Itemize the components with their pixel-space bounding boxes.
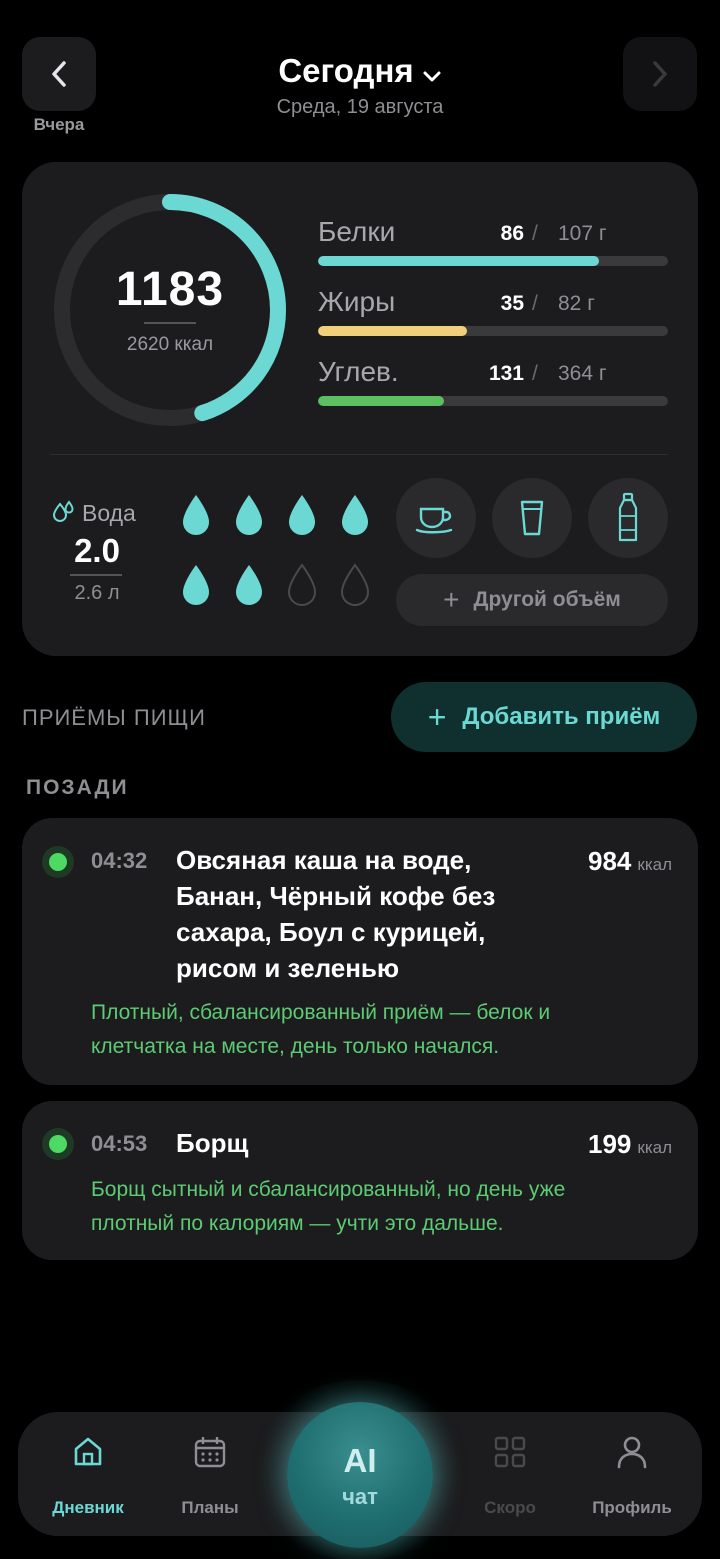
macro-progress-track [318, 396, 668, 406]
calories-goal: 2620 ккал [126, 334, 214, 355]
calories-consumed: 1183 [115, 263, 225, 316]
macro-separator: / [532, 362, 538, 385]
meal-time: 04:53 [91, 1131, 148, 1156]
water-drop-filled[interactable] [178, 492, 214, 538]
bottle-icon [618, 492, 638, 542]
macro-value: 86 [500, 222, 524, 245]
add-meal-label: Добавить приём [462, 703, 661, 730]
cup-icon [415, 507, 453, 534]
meal-name: Овсяная каша на воде, Банан, Чёрный кофе… [176, 845, 496, 983]
macro-value: 131 [488, 362, 524, 385]
home-icon [28, 1432, 148, 1472]
add-meal-button[interactable]: + Добавить приём [391, 682, 697, 752]
card-divider [50, 454, 668, 455]
water-drops-grid [168, 492, 378, 612]
macro-goal: 82 г [558, 292, 595, 315]
meal-card[interactable]: 04:32 Овсяная каша на воде, Банан, Чёрны… [22, 818, 698, 1085]
ai-chat-button[interactable]: AI чат [287, 1402, 433, 1548]
meal-calories: 984 ккал [587, 846, 672, 876]
add-cup-button[interactable] [396, 478, 476, 558]
chevron-down-icon [422, 54, 442, 92]
meal-card[interactable]: 04:53 Борщ 199 ккал Борщ сытный и сбаланс… [22, 1101, 698, 1260]
macro-protein: Белки 86 / 107 г [318, 216, 668, 276]
add-glass-button[interactable] [492, 478, 572, 558]
next-day-button[interactable] [623, 37, 697, 111]
water-drop-empty[interactable] [337, 562, 373, 608]
macro-goal: 364 г [558, 362, 607, 385]
meal-status-dot [42, 1128, 74, 1160]
chevron-right-icon [653, 61, 667, 87]
water-drop-filled[interactable] [231, 492, 267, 538]
user-icon [572, 1432, 692, 1472]
tab-diary[interactable]: Дневник [28, 1432, 148, 1518]
water-value: 2.0 [74, 532, 120, 569]
macro-progress-fill [318, 326, 468, 336]
add-bottle-button[interactable] [588, 478, 668, 558]
tab-profile[interactable]: Профиль [572, 1432, 692, 1518]
water-drop-filled[interactable] [337, 492, 373, 538]
other-volume-label: Другой объём [473, 588, 621, 611]
macro-value: 35 [500, 292, 524, 315]
meal-calories: 199 ккал [587, 1129, 672, 1159]
plus-icon: + [443, 584, 460, 615]
water-goal: 2.6 л [74, 582, 120, 604]
macro-progress-fill [318, 256, 600, 266]
page-title: Сегодня [278, 52, 414, 89]
macro-carbs: Углев. 131 / 364 г [318, 356, 668, 416]
past-meals-label: ПОЗАДИ [26, 776, 129, 799]
calories-divider [144, 322, 196, 324]
macro-separator: / [532, 222, 538, 245]
water-drop-filled[interactable] [178, 562, 214, 608]
water-divider [70, 574, 122, 576]
meals-section-title: ПРИЁМЫ ПИЩИ [22, 705, 206, 730]
other-volume-button[interactable]: + Другой объём [396, 574, 668, 626]
macro-name: Углев. [318, 356, 399, 387]
macro-progress-track [318, 326, 668, 336]
daily-summary-card: 1183 2620 ккал Белки 86 / 107 г Жиры 35 … [22, 162, 698, 656]
macro-name: Белки [318, 216, 396, 247]
macro-goal: 107 г [558, 222, 607, 245]
macro-name: Жиры [318, 286, 396, 317]
meal-ai-note: Плотный, сбалансированный приём — белок … [91, 1001, 551, 1058]
macro-fat: Жиры 35 / 82 г [318, 286, 668, 346]
glass-icon [520, 500, 544, 536]
meal-name: Борщ [176, 1128, 249, 1158]
macro-separator: / [532, 292, 538, 315]
water-drop-filled[interactable] [284, 492, 320, 538]
plus-icon: + [427, 699, 447, 735]
meal-time: 04:32 [91, 848, 148, 873]
meal-ai-note: Борщ сытный и сбалансированный, но день … [91, 1178, 566, 1235]
meal-status-dot [42, 846, 74, 878]
water-drop-empty[interactable] [284, 562, 320, 608]
macro-progress-track [318, 256, 668, 266]
water-label: Вода [82, 500, 136, 526]
water-drops-icon [52, 500, 74, 523]
date-selector[interactable]: Сегодня [0, 52, 720, 92]
page-subtitle: Среда, 19 августа [276, 96, 444, 118]
water-drop-filled[interactable] [231, 562, 267, 608]
macro-progress-fill [318, 396, 444, 406]
